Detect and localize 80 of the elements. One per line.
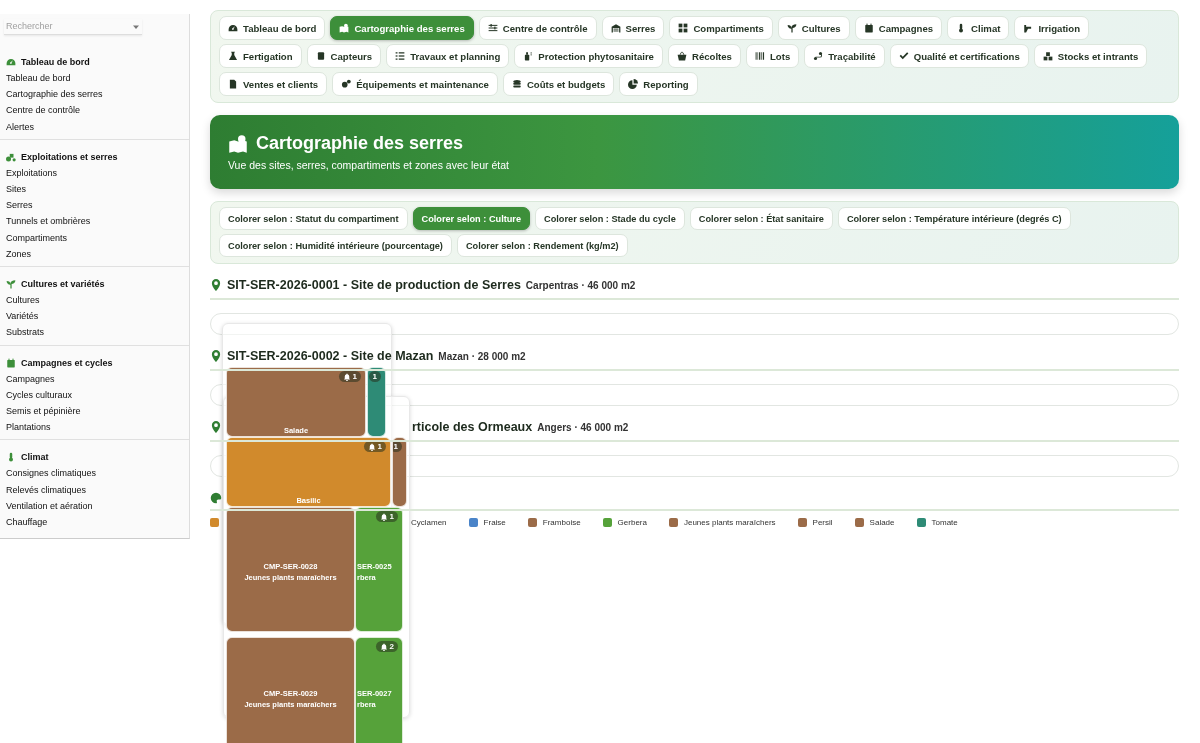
legend-label: Cyclamen (411, 518, 447, 527)
sidebar-item[interactable]: Cycles culturaux (6, 386, 189, 404)
compartment-tile[interactable]: 1 (392, 437, 407, 507)
nav-tab[interactable]: Stocks et intrants (1033, 44, 1148, 68)
nav-tab[interactable]: Récoltes (667, 44, 741, 68)
color-mode-button[interactable]: Colorer selon : Culture (412, 207, 531, 230)
sidebar-item[interactable]: Compartiments (6, 229, 189, 246)
sidebar-item[interactable]: Cultures (6, 292, 189, 309)
color-mode-button[interactable]: Colorer selon : Rendement (kg/m2) (456, 234, 628, 257)
nav-tab[interactable]: Équipements et maintenance (332, 72, 498, 96)
sidebar-item[interactable]: Tableau de bord (6, 70, 189, 87)
nav-tab[interactable]: Fertigation (219, 44, 302, 68)
nav-tab[interactable]: Reporting (619, 72, 698, 96)
color-mode-button[interactable]: Colorer selon : Température intérieure (degrés C) (837, 207, 1071, 230)
alert-badge: 1 (393, 441, 402, 452)
sidebar-item[interactable]: Consignes climatiques (6, 465, 189, 482)
alert-badge: 1 (338, 371, 361, 382)
sidebar-item[interactable]: Centre de contrôle (6, 102, 189, 119)
legend-label: Persil (812, 518, 833, 527)
section-title: Campagnes et cycles (21, 357, 113, 368)
alert-badge: 2 (375, 641, 398, 652)
sidebar-item[interactable]: Ventilation et aération (6, 497, 189, 515)
nav-tab[interactable]: Qualité et certifications (889, 44, 1029, 68)
sidebar-item[interactable]: Exploitations (6, 164, 189, 181)
alert-badge: 1 (375, 511, 398, 522)
nav-tab[interactable]: Traçabilité (804, 44, 885, 68)
nav-tab[interactable]: Protection phytosanitaire (514, 44, 663, 68)
nav-tab[interactable]: Irrigation (1014, 16, 1089, 40)
nav-tab[interactable]: Compartiments (669, 16, 773, 40)
site-details: Mazan · 28 000 m2 (438, 351, 526, 362)
sidebar-item[interactable]: Zones (6, 245, 189, 263)
sidebar-item[interactable]: Serres (6, 197, 189, 214)
section-title: Exploitations et serres (21, 151, 118, 162)
legend-label: Salade (869, 518, 895, 527)
search-field[interactable]: Rechercher (4, 19, 142, 35)
legend-label: Fraise (483, 518, 506, 527)
compartment-tile[interactable]: 1 (367, 367, 386, 437)
sidebar-item[interactable]: Semis et pépinière (6, 403, 189, 420)
sidebar-item[interactable]: Campagnes (6, 370, 189, 387)
nav-tab[interactable]: Cartographie des serres (330, 16, 474, 40)
sidebar-item[interactable]: Chauffage (6, 514, 189, 531)
section-title: Tableau de bord (21, 57, 90, 67)
sidebar-item[interactable]: Alertes (6, 118, 189, 135)
sidebar-item[interactable]: Variétés (6, 308, 189, 325)
nav-tab[interactable]: Capteurs (306, 44, 382, 68)
nav-tab[interactable]: Centre de contrôle (478, 16, 597, 40)
nav-tab[interactable]: Ventes et clients (219, 72, 328, 96)
section-title: Climat (21, 452, 49, 463)
page-title: Cartographie des serres (256, 133, 464, 154)
alert-badge: 1 (368, 371, 381, 382)
color-mode-button[interactable]: Colorer selon : Statut du compartiment (219, 207, 408, 230)
sidebar-item[interactable]: Plantations (6, 419, 189, 436)
sidebar-item[interactable]: Cartographie des serres (6, 86, 189, 103)
color-mode-button[interactable]: Colorer selon : Humidité intérieure (pourcentage) (219, 234, 452, 257)
sidebar-item[interactable]: Sites (6, 181, 189, 198)
nav-tab[interactable]: Lots (745, 44, 800, 68)
sidebar-item[interactable]: Relevés climatiques (6, 481, 189, 498)
color-mode-button[interactable]: Colorer selon : Stade du cycle (535, 207, 685, 230)
legend-label: Gerbera (617, 518, 647, 527)
site-details: Carpentras · 46 000 m2 (525, 280, 636, 291)
section-title: Cultures et variétés (21, 279, 105, 290)
nav-tab[interactable]: Campagnes (854, 16, 943, 40)
nav-tab[interactable]: Climat (947, 16, 1010, 40)
sidebar-item[interactable]: Substrats (6, 324, 189, 341)
alert-badge: 1 (363, 441, 386, 452)
page-subtitle: Vue des sites, serres, compartiments et zones avec leur état (228, 159, 510, 171)
site-title: SIT-SER-2026-0002 - Site de Mazan (227, 349, 434, 363)
nav-tab[interactable]: Cultures (777, 16, 850, 40)
nav-tab[interactable]: Serres (601, 16, 665, 40)
nav-tab[interactable]: Coûts et budgets (502, 72, 615, 96)
nav-tab[interactable]: Travaux et planning (386, 44, 510, 68)
color-mode-button[interactable]: Colorer selon : État sanitaire (689, 207, 833, 230)
nav-tab[interactable]: Tableau de bord (219, 16, 326, 40)
site-details: Angers · 46 000 m2 (537, 422, 629, 433)
legend-label: Jeunes plants maraîchers (683, 518, 776, 527)
sidebar-item[interactable]: Tunnels et ombrières (6, 213, 189, 230)
legend-label: Framboise (542, 518, 581, 527)
legend-label: Tomate (931, 518, 958, 527)
site-title: SIT-SER-2026-0001 - Site de production de Serres (227, 278, 521, 292)
site-title: rticole des Ormeaux (412, 420, 533, 434)
